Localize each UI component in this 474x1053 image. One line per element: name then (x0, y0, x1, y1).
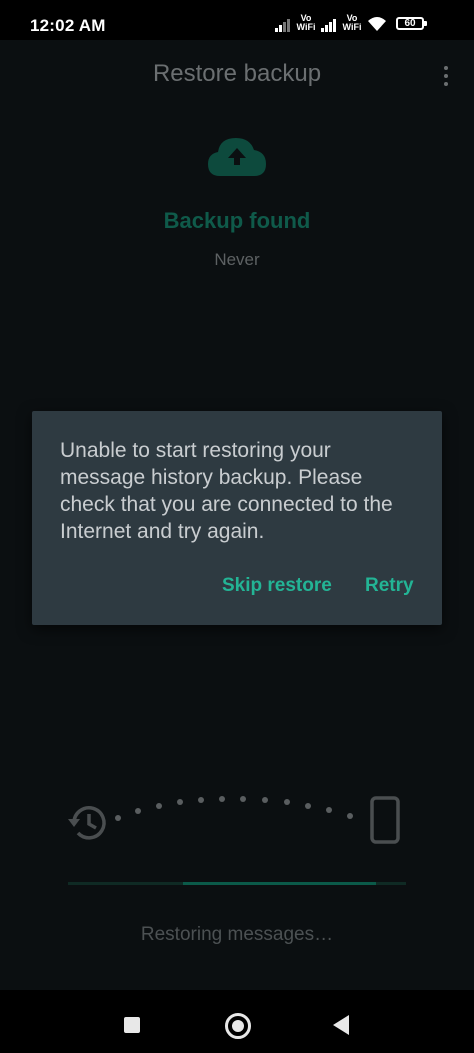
status-bar: 12:02 AM Vo WiFi Vo WiFi 60 (0, 0, 474, 40)
transfer-illustration (66, 790, 410, 850)
battery-icon: 60 (396, 17, 427, 30)
status-time: 12:02 AM (30, 16, 106, 35)
signal-icon (321, 19, 336, 32)
error-dialog: Unable to start restoring your message h… (32, 411, 442, 625)
backup-date: Never (214, 250, 260, 269)
transfer-dots (115, 796, 353, 821)
cloud-upload-icon (208, 138, 266, 176)
status-icons: Vo WiFi Vo WiFi 60 (274, 13, 444, 35)
restoring-status: Restoring messages… (140, 924, 334, 945)
retry-button[interactable]: Retry (365, 575, 414, 597)
back-button[interactable] (331, 1014, 351, 1036)
phone-icon (370, 796, 400, 844)
restore-progress-bar (68, 882, 406, 885)
home-button[interactable] (225, 1013, 251, 1039)
restore-progress-fill (182, 882, 376, 885)
vowifi-label-1: Vo WiFi (296, 13, 316, 32)
backup-status: Backup found (163, 208, 311, 233)
system-nav-bar (0, 990, 474, 1053)
dialog-message: Unable to start restoring your message h… (60, 439, 393, 543)
skip-restore-button[interactable]: Skip restore (222, 575, 332, 597)
overflow-menu-icon[interactable] (441, 64, 451, 88)
page-title: Restore backup (152, 60, 322, 87)
signal-icon (275, 19, 290, 32)
recents-button[interactable] (124, 1017, 140, 1033)
wifi-icon (368, 17, 386, 31)
vowifi-label-2: Vo WiFi (342, 13, 362, 32)
